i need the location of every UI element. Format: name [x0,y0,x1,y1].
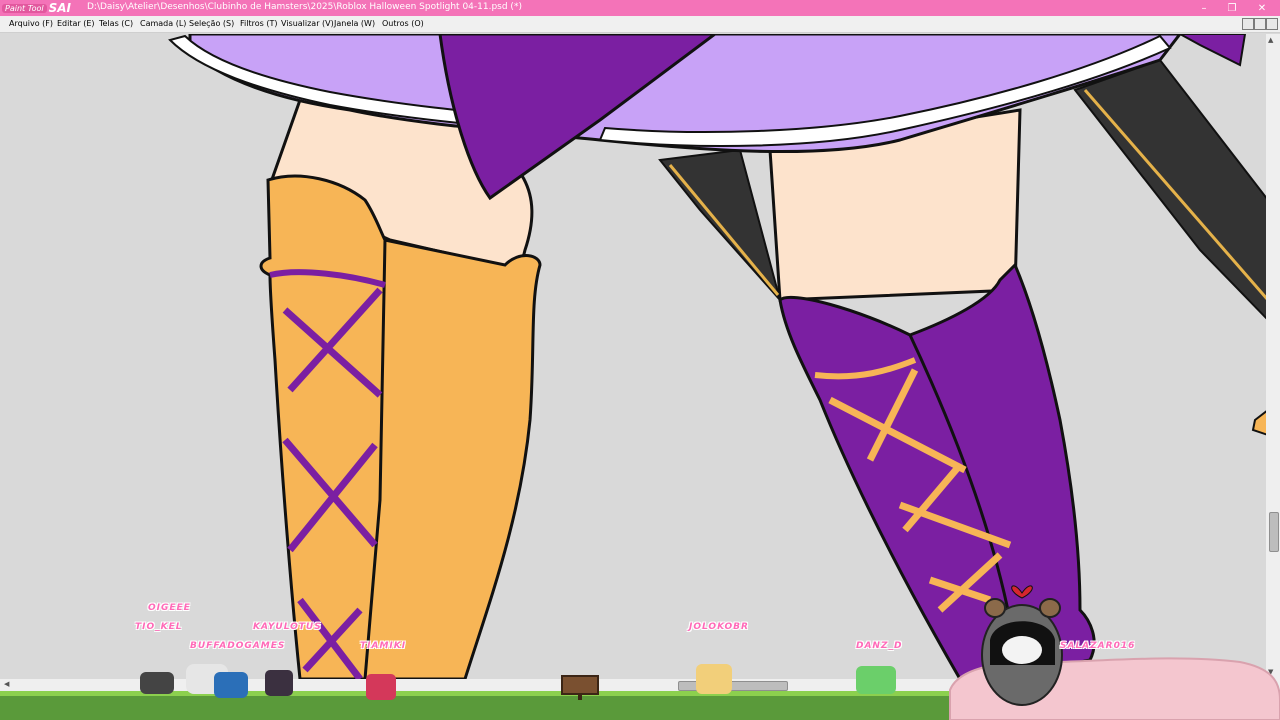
menu-selecao[interactable]: Seleção (S) [189,19,234,28]
app-logo-small: Paint Tool [2,3,47,13]
restore-button[interactable]: ❐ [1218,0,1246,16]
restore-icon: ❐ [1227,2,1237,14]
minimize-button[interactable]: – [1190,0,1218,16]
scroll-down-icon[interactable]: ▼ [1268,668,1273,676]
document-minimize-icon[interactable] [1242,18,1254,30]
vertical-scroll-thumb[interactable] [1269,512,1279,552]
app-logo: Paint Tool SAI [2,1,71,15]
minimize-icon: – [1201,2,1207,14]
scroll-right-icon[interactable]: ▶ [1268,680,1273,688]
menu-filtros[interactable]: Filtros (T) [240,19,277,28]
menu-janela[interactable]: Janela (W) [334,19,375,28]
scroll-left-icon[interactable]: ◀ [4,680,9,688]
scroll-up-icon[interactable]: ▲ [1268,36,1273,44]
title-bar: Paint Tool SAI D:\Daisy\Atelier\Desenhos… [0,0,1280,16]
app-logo-text: SAI [48,1,72,15]
drawing-canvas[interactable] [0,34,1268,679]
menu-visualizar[interactable]: Visualizar (V) [281,19,334,28]
document-close-icon[interactable] [1266,18,1278,30]
window-title: D:\Daisy\Atelier\Desenhos\Clubinho de Ha… [87,2,522,12]
document-restore-icon[interactable] [1254,18,1266,30]
close-button[interactable]: ✕ [1248,0,1276,16]
menu-editar[interactable]: Editar (E) [57,19,95,28]
menu-camada[interactable]: Camada (L) [140,19,186,28]
menu-outros[interactable]: Outros (O) [382,19,424,28]
vertical-scrollbar[interactable]: ▲ ▼ [1266,34,1280,679]
artwork [0,34,1268,679]
menu-telas[interactable]: Telas (C) [99,19,133,28]
horizontal-scrollbar[interactable]: ◀ ▶ [0,679,1280,691]
close-icon: ✕ [1257,2,1267,14]
menu-bar: Arquivo (F) Editar (E) Telas (C) Camada … [0,16,1280,33]
horizontal-scroll-thumb[interactable] [678,681,788,691]
menu-arquivo[interactable]: Arquivo (F) [9,19,53,28]
